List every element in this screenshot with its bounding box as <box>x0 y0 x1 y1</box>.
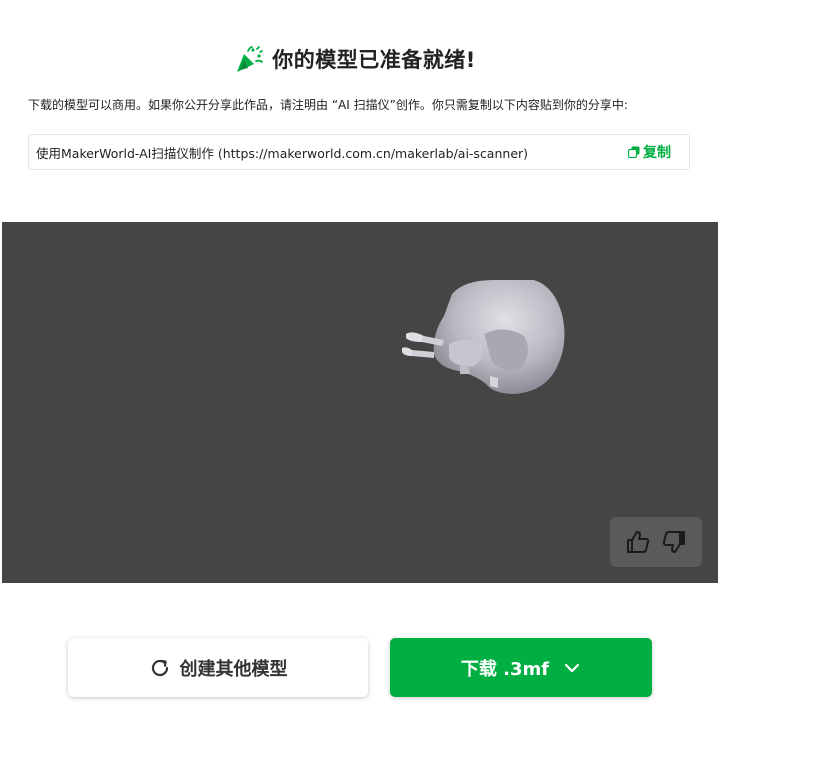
copy-icon <box>628 146 640 158</box>
download-label: 下载 .3mf <box>460 658 550 680</box>
download-3mf-button[interactable]: 下载 .3mf <box>390 638 652 697</box>
usage-notice: 下载的模型可以商用。如果你公开分享此作品，请注明由 “AI 扫描仪”创作。你只需… <box>28 98 628 112</box>
refresh-icon <box>151 659 168 676</box>
header: 你的模型已准备就绪! <box>0 44 710 74</box>
scanned-model-preview <box>402 280 565 394</box>
create-other-model-button[interactable]: 创建其他模型 <box>68 638 368 697</box>
attribution-box: 使用MakerWorld-AI扫描仪制作 (https://makerworld… <box>28 134 690 170</box>
ai-scanner-result-page: 你的模型已准备就绪! 下载的模型可以商用。如果你公开分享此作品，请注明由 “AI… <box>0 0 839 777</box>
attribution-text: 使用MakerWorld-AI扫描仪制作 (https://makerworld… <box>36 145 529 161</box>
party-popper-icon <box>237 46 264 72</box>
create-other-model-label: 创建其他模型 <box>179 658 288 680</box>
copy-button[interactable]: 复制 <box>628 142 671 162</box>
copy-label: 复制 <box>643 145 671 161</box>
chevron-down-icon[interactable] <box>563 659 581 677</box>
feedback-panel <box>610 517 702 567</box>
page-title: 你的模型已准备就绪! <box>272 48 476 72</box>
thumbs-up-icon[interactable] <box>625 529 651 555</box>
thumbs-down-icon[interactable] <box>661 529 687 555</box>
model-viewer[interactable] <box>2 222 718 583</box>
